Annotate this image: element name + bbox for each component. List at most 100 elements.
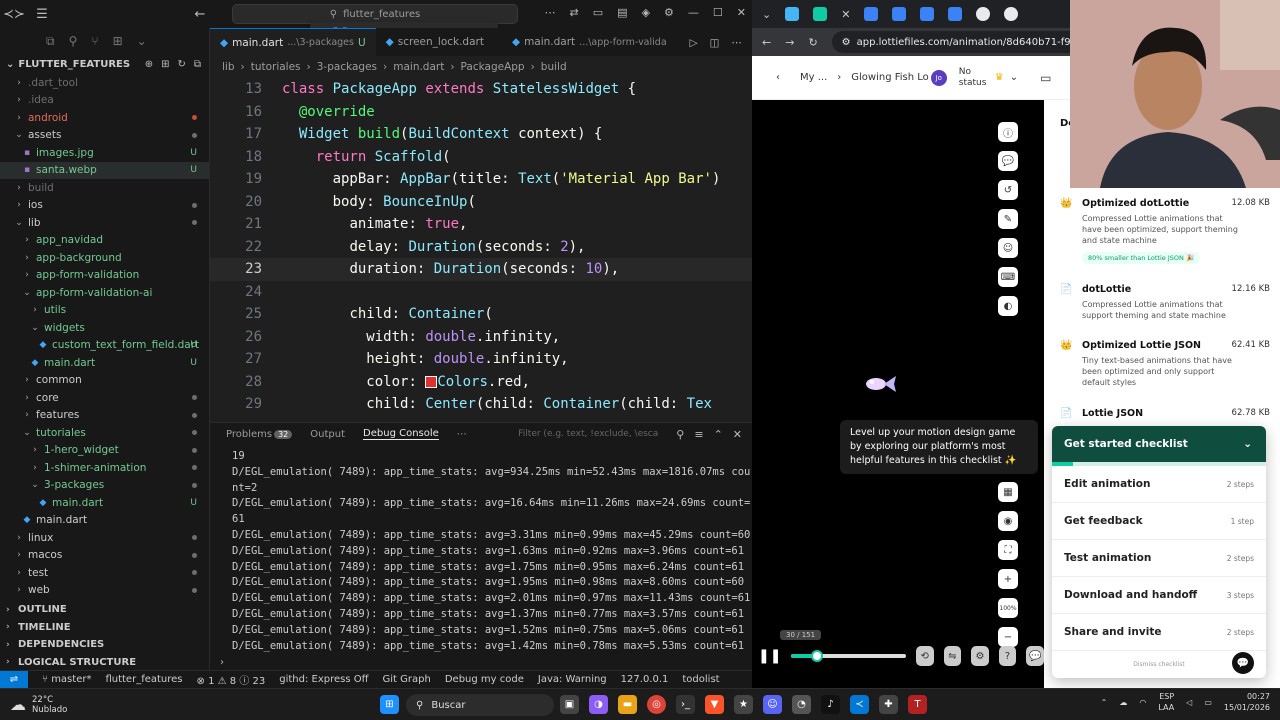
site-info-icon[interactable]: ⚙	[842, 37, 851, 48]
theme-icon[interactable]: ◐	[998, 296, 1018, 316]
ip-status[interactable]: 127.0.0.1	[621, 674, 669, 685]
background-icon[interactable]: ◉	[998, 511, 1018, 531]
app-icon[interactable]: ✚	[879, 695, 898, 714]
fit-icon[interactable]: ⛶	[998, 540, 1018, 560]
checklist-item[interactable]: Get feedback 1 step	[1052, 503, 1266, 540]
tab-favicon[interactable]	[1004, 7, 1019, 21]
tree-item[interactable]: › .idea	[0, 92, 209, 110]
tree-item[interactable]: ⌄ app-form-validation-ai	[0, 284, 209, 302]
search-icon[interactable]: ⚲	[69, 34, 78, 48]
progress-knob[interactable]	[810, 650, 823, 662]
tree-item[interactable]: › app-form-validation	[0, 267, 209, 285]
tab-favicon[interactable]	[864, 7, 879, 21]
tree-item[interactable]: ▪ images.jpg U	[0, 144, 209, 162]
chevron-down-icon[interactable]: ⌄	[137, 34, 147, 48]
download-option[interactable]: 📄 dotLottie 12.16 KB Compressed Lottie anim…	[1060, 284, 1270, 321]
copy-icon[interactable]: ⧉	[46, 34, 55, 49]
download-option[interactable]: 👑 Optimized Lottie JSON 62.41 KB Tiny text-…	[1060, 340, 1270, 388]
back-icon[interactable]: ←	[762, 36, 771, 49]
tree-item[interactable]: ◆ main.dart	[0, 512, 209, 530]
tree-item[interactable]: ⌄ 3-packages	[0, 477, 209, 495]
search-icon[interactable]: ⚲	[676, 428, 684, 441]
breadcrumb-item[interactable]: 3-packages	[317, 61, 377, 73]
breadcrumb-item[interactable]: tutoriales	[251, 61, 301, 73]
refresh-icon[interactable]: ↻	[177, 59, 185, 70]
tab-favicon[interactable]	[948, 7, 963, 21]
checklist-item[interactable]: Edit animation 2 steps	[1052, 466, 1266, 503]
more-icon[interactable]: ⋯	[545, 6, 556, 19]
run-icon[interactable]: ▷	[690, 37, 698, 49]
tree-item[interactable]: › 1-shimer-animation	[0, 459, 209, 477]
avatar[interactable]: Jo	[930, 69, 947, 86]
project-status[interactable]: flutter_features	[105, 674, 182, 685]
bounce-icon[interactable]: ⇋	[943, 646, 962, 666]
clear-icon[interactable]: ≡	[694, 428, 703, 441]
edit-icon[interactable]: ✎	[998, 209, 1018, 229]
code-line[interactable]: 28 color: Colors.red,	[210, 371, 752, 394]
grid-icon[interactable]: ▦	[998, 482, 1018, 502]
code-line[interactable]: 18 return Scaffold(	[210, 146, 752, 169]
network-icon[interactable]: ☁	[1119, 697, 1127, 708]
info-icon[interactable]: ⓘ	[998, 122, 1018, 142]
forward-icon[interactable]: →	[785, 36, 794, 49]
tree-item[interactable]: › app_navidad	[0, 232, 209, 250]
settings-icon[interactable]: ⚙	[664, 6, 674, 19]
tree-item[interactable]: › utils	[0, 302, 209, 320]
code-line[interactable]: 16 @override	[210, 101, 752, 124]
githd-status[interactable]: githd: Express Off	[279, 674, 368, 685]
tree-item[interactable]: › features	[0, 407, 209, 425]
problems-status[interactable]: ⊗ 1 ⚠ 8 ⓘ 23	[197, 672, 266, 687]
sidebar-section[interactable]: › LOGICAL STRUCTURE	[0, 654, 209, 672]
chat-icon[interactable]: 💬	[1026, 646, 1044, 666]
more-icon[interactable]: ⋯	[457, 429, 467, 440]
tree-item[interactable]: › .dart_tool	[0, 74, 209, 92]
comment-icon[interactable]: 💬	[998, 151, 1018, 171]
tree-item[interactable]: ⌄ tutoriales	[0, 424, 209, 442]
sidebar-section[interactable]: › OUTLINE	[0, 601, 209, 619]
tree-item[interactable]: ◆ main.dart U	[0, 494, 209, 512]
command-center-search[interactable]: ⚲ flutter_features	[232, 4, 518, 24]
sidebar-section[interactable]: › DEPENDENCIES	[0, 636, 209, 654]
editor-tab[interactable]: ◆ main.dart ...\app-form-valida	[502, 28, 681, 56]
brave-icon[interactable]: ▼	[705, 695, 724, 714]
breadcrumb-item[interactable]: PackageApp	[461, 61, 525, 73]
back-arrow-icon[interactable]: ←	[186, 7, 214, 22]
tree-item[interactable]: ⌄ assets	[0, 127, 209, 145]
volume-icon[interactable]: ◁	[1186, 697, 1192, 708]
code-line[interactable]: 19 appBar: AppBar(title: Text('Material …	[210, 168, 752, 191]
tree-item[interactable]: › build	[0, 179, 209, 197]
tab-favicon[interactable]	[813, 7, 828, 21]
vscode-icon[interactable]: ≺	[850, 695, 869, 714]
code-line[interactable]: 27 height: double.infinity,	[210, 348, 752, 371]
source-control-icon[interactable]: ⑂	[91, 34, 98, 48]
chevron-down-icon[interactable]: ⌄	[1010, 72, 1018, 83]
checklist-item[interactable]: Share and invite 2 steps	[1052, 614, 1266, 651]
taskbar-search[interactable]: ⚲ Buscar	[406, 694, 554, 716]
breadcrumb-workspace[interactable]: My ...	[800, 72, 827, 83]
todo-status[interactable]: todolist	[682, 674, 719, 685]
tree-item[interactable]: › macos	[0, 547, 209, 565]
playback-progress[interactable]	[791, 650, 906, 662]
code-line[interactable]: 23 duration: Duration(seconds: 10),	[210, 258, 752, 281]
loop-icon[interactable]: ⟲	[915, 646, 934, 666]
split-editor-icon[interactable]: ◫	[710, 37, 720, 49]
chevron-down-icon[interactable]: ⌄	[1243, 438, 1252, 450]
copilot-icon[interactable]: ◑	[589, 695, 608, 714]
panel-toggle-icon[interactable]: ▤	[617, 6, 627, 19]
java-status[interactable]: Java: Warning	[538, 674, 607, 685]
tree-item[interactable]: › core	[0, 389, 209, 407]
tree-item[interactable]: ⌄ lib	[0, 214, 209, 232]
editor-tab[interactable]: ◆ screen_lock.dart	[376, 28, 502, 56]
history-icon[interactable]: ↺	[998, 180, 1018, 200]
battery-icon[interactable]: ▭	[1204, 697, 1212, 708]
tree-item[interactable]: › web	[0, 582, 209, 600]
breadcrumb-item[interactable]: build	[541, 61, 567, 73]
debug-code-status[interactable]: Debug my code	[445, 674, 524, 685]
zoom-in-icon[interactable]: +	[998, 569, 1018, 589]
chrome-icon[interactable]: ◎	[647, 695, 666, 714]
app-icon[interactable]: ◔	[792, 695, 811, 714]
code-line[interactable]: 21 animate: true,	[210, 213, 752, 236]
menu-icon[interactable]: ☰	[28, 7, 56, 22]
language-indicator[interactable]: ESP LAA	[1158, 691, 1174, 713]
branch-status[interactable]: ⑂ master*	[42, 674, 91, 685]
